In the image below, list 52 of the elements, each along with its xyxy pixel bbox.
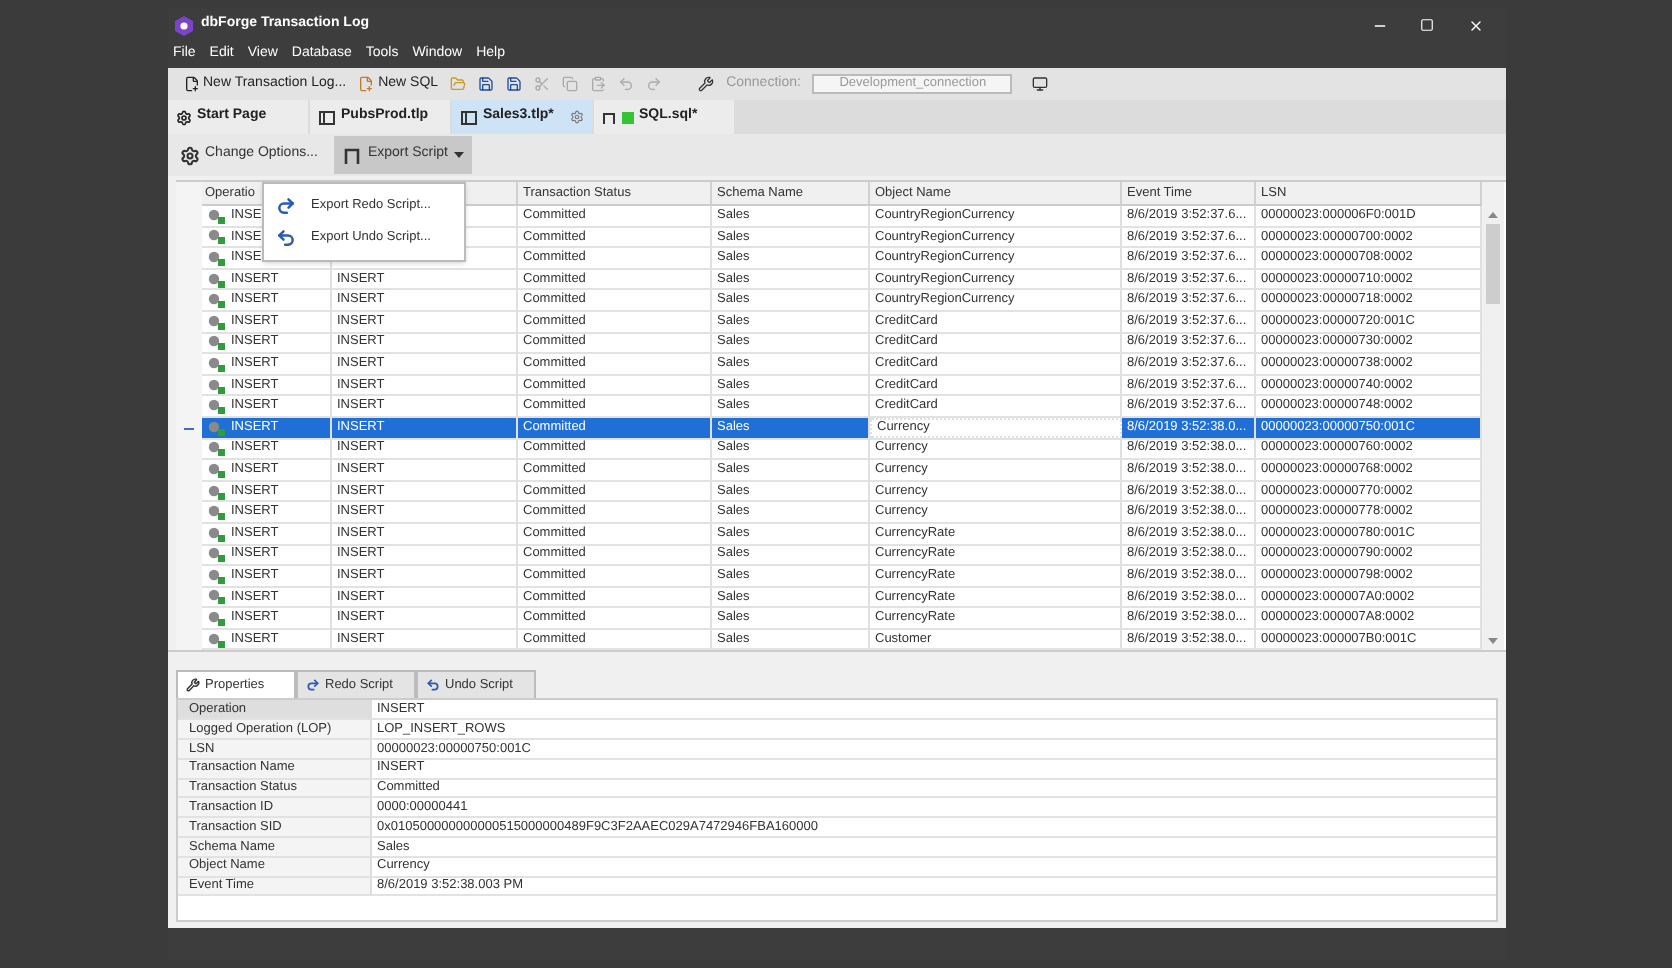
insert-row-icon	[205, 271, 225, 288]
app-logo-icon	[173, 15, 193, 35]
new-file-icon	[183, 76, 199, 92]
insert-row-icon	[205, 334, 225, 351]
script-icon	[601, 109, 617, 125]
insert-row-icon	[205, 419, 225, 436]
insert-row-icon	[205, 377, 225, 394]
insert-row-icon	[205, 292, 225, 309]
copy-icon[interactable]	[562, 76, 579, 92]
scrollbar[interactable]	[1481, 182, 1503, 651]
close-icon	[1467, 17, 1483, 33]
new-file-icon	[358, 76, 375, 92]
modified-indicator-icon	[621, 111, 633, 123]
scroll-up-icon[interactable]	[1487, 212, 1497, 218]
save-all-icon[interactable]	[506, 76, 523, 92]
insert-row-icon	[205, 461, 225, 478]
scroll-down-icon[interactable]	[1487, 638, 1497, 645]
redo-icon[interactable]	[646, 76, 663, 92]
undo-icon	[425, 678, 439, 693]
insert-row-icon	[205, 228, 225, 245]
undo-icon[interactable]	[618, 76, 635, 92]
insert-row-icon	[205, 546, 225, 563]
redo-icon	[305, 678, 319, 693]
insert-row-icon	[205, 483, 225, 500]
insert-row-icon	[205, 504, 225, 521]
paste-icon[interactable]	[590, 76, 607, 92]
insert-row-icon	[205, 398, 225, 415]
insert-row-icon	[205, 355, 225, 372]
insert-row-icon	[205, 207, 225, 224]
maximize-icon	[1420, 18, 1434, 32]
insert-row-icon	[205, 313, 225, 330]
wrench-icon	[185, 678, 199, 693]
log-file-icon	[459, 109, 477, 125]
dropdown-caret-icon	[454, 152, 465, 158]
monitor-icon[interactable]	[1032, 76, 1049, 92]
save-icon[interactable]	[478, 76, 495, 92]
insert-row-icon	[205, 631, 225, 648]
start-page-icon	[175, 109, 191, 125]
insert-row-icon	[205, 249, 225, 266]
log-file-icon	[317, 109, 335, 125]
gear-icon	[179, 145, 199, 165]
redo-icon	[275, 196, 295, 216]
insert-row-icon	[205, 525, 225, 542]
script-icon	[341, 145, 362, 165]
scroll-thumb[interactable]	[1485, 224, 1499, 304]
insert-row-icon	[205, 610, 225, 627]
insert-row-icon	[205, 440, 225, 457]
insert-row-icon	[205, 567, 225, 584]
cut-icon[interactable]	[534, 76, 551, 92]
open-icon[interactable]	[450, 76, 467, 92]
undo-icon	[275, 228, 295, 248]
insert-row-icon	[205, 588, 225, 605]
